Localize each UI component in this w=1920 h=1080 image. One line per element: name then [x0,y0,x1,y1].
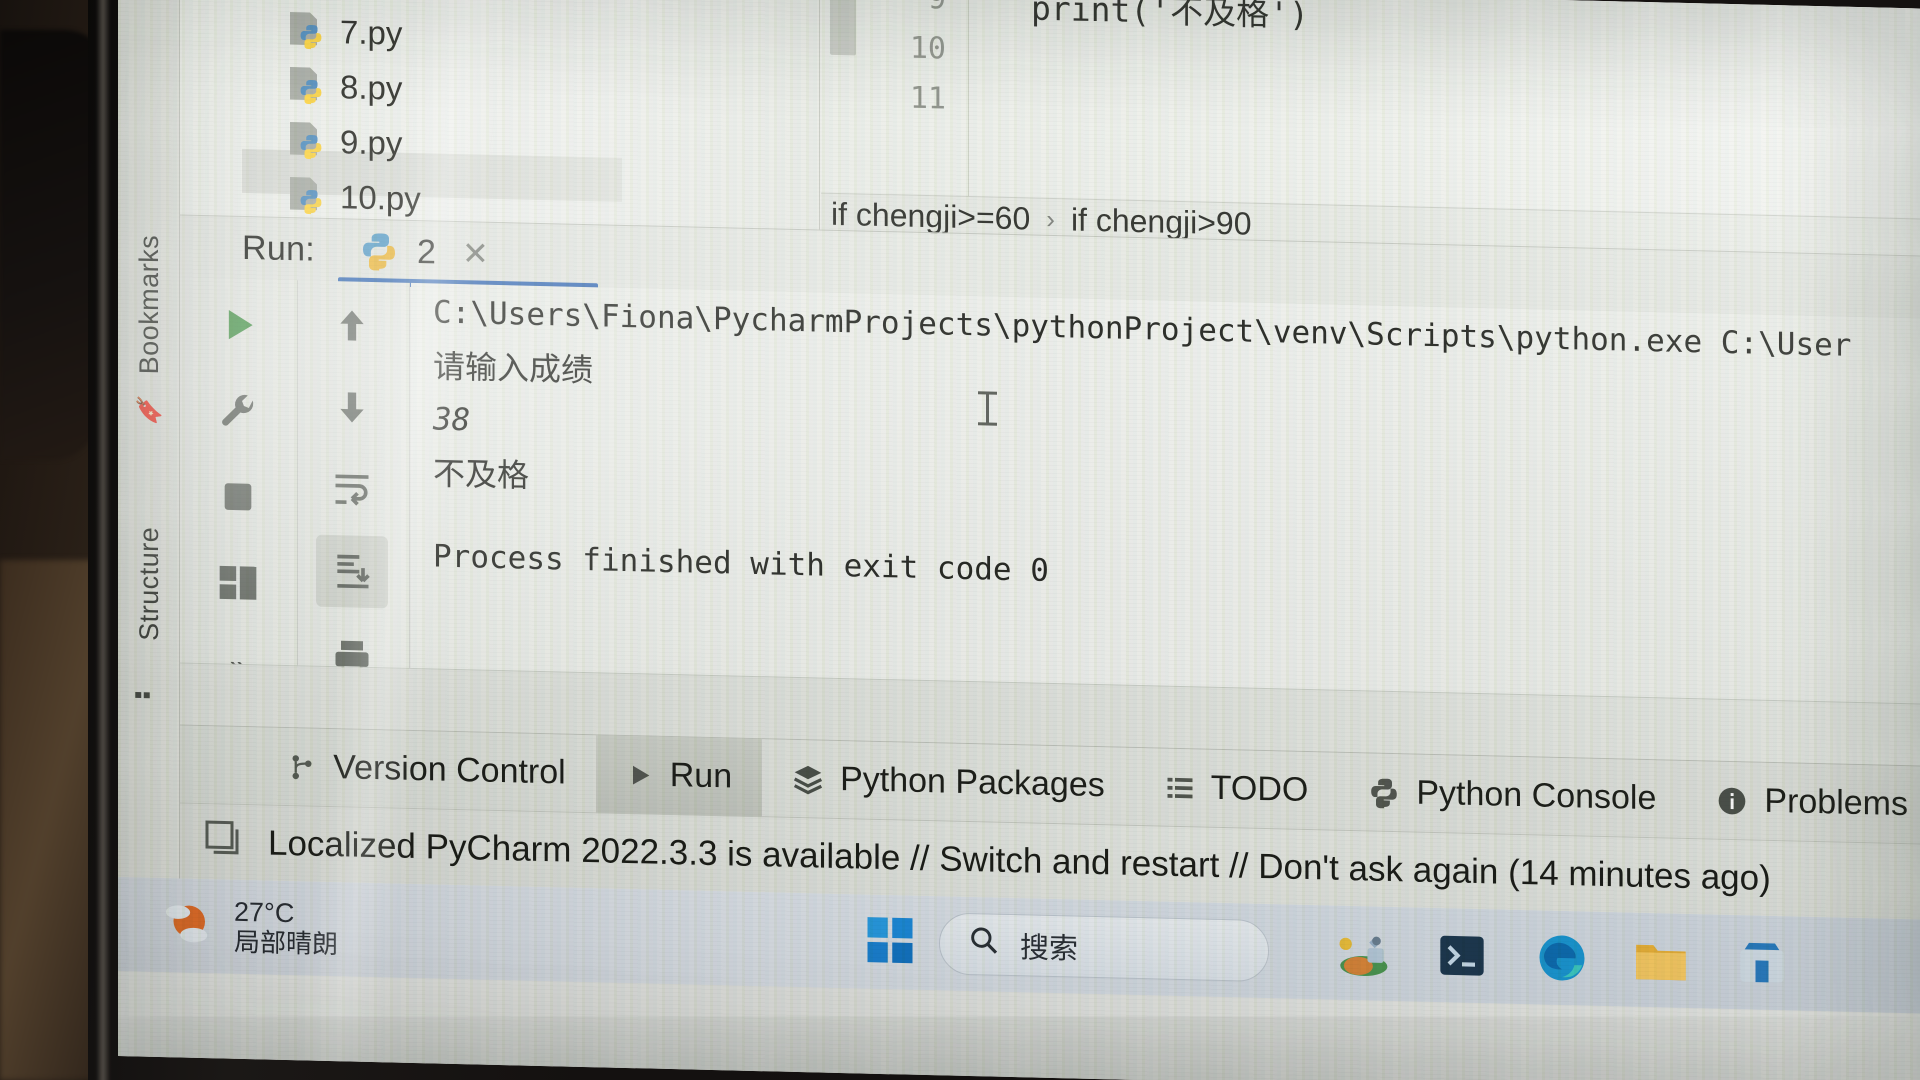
tab-label: Problems [1764,781,1908,824]
line-number: 10 [909,30,946,67]
stop-square-icon [224,483,252,511]
search-placeholder: 搜索 [1020,932,1079,966]
photo-of-monitor: Bookmarks 🔖 Structure ▪▪ 7.py 8.py 9.py … [0,0,1920,1080]
edit-configurations-button[interactable] [202,373,274,447]
tab-label: Version Control [333,748,566,792]
soft-wrap-icon [335,474,369,506]
project-tree: 6.py 7.py [180,0,820,230]
tab-label: TODO [1210,768,1309,810]
tab-label: Run [669,756,733,796]
play-icon [626,759,654,790]
windows-start-icon[interactable] [863,912,917,972]
edge-browser-icon[interactable] [1533,928,1591,987]
search-input[interactable]: 搜索 [939,912,1269,983]
scroll-to-end-button[interactable] [316,534,388,609]
close-icon[interactable]: ✕ [462,235,489,272]
bookmark-icon: 🔖 [134,397,164,426]
widgets-icon[interactable] [1333,924,1391,983]
branch-icon [287,749,317,784]
partly-sunny-icon [158,895,216,955]
list-item-label: 9.py [340,122,403,162]
line-number: 9 [928,0,946,17]
file-explorer-icon[interactable] [1633,931,1691,990]
soft-wrap-button[interactable] [316,453,388,527]
list-item-label: 7.py [340,12,403,52]
python-file-icon [290,177,324,216]
list-item[interactable]: 9.py [290,113,402,171]
list-item[interactable]: 7.py [290,3,402,61]
scrollbar-thumb[interactable] [830,0,856,56]
weather-temperature: 27°C [234,896,295,928]
list-icon [1165,772,1195,803]
python-icon [1368,776,1400,809]
python-icon [363,233,396,271]
code-editor[interactable]: 9 10 11 print('不及格') [821,0,1920,219]
run-window-title: Run: [242,228,316,269]
sidebar-item-bookmarks[interactable]: Bookmarks [134,234,165,374]
text-cursor-icon [986,391,989,426]
layout-button[interactable] [202,546,274,620]
run-play-icon [228,309,253,340]
tab-label: Python Packages [840,760,1105,805]
editor-gutter: 9 10 11 [821,0,969,197]
bezel-highlight [96,0,110,1080]
layout-grid-icon [219,565,257,600]
tab-version-control[interactable]: Version Control [257,727,595,813]
arrow-down-icon [340,392,364,423]
microsoft-store-icon[interactable] [1733,933,1791,992]
terminal-icon[interactable] [1433,926,1491,985]
python-file-icon [290,67,324,106]
info-circle-icon [1716,784,1748,817]
run-toolbar-secondary: » [298,280,410,732]
list-item-label: 10.py [340,177,421,217]
list-item[interactable]: 8.py [290,58,402,116]
line-number: 11 [909,80,946,117]
run-tab-label: 2 [417,232,436,271]
scroll-to-end-icon [337,554,370,589]
tab-python-console[interactable]: Python Console [1338,752,1686,838]
run-toolbar-primary: » [180,277,298,729]
previous-occurrence-button[interactable] [316,289,388,363]
pycharm-window: Bookmarks 🔖 Structure ▪▪ 7.py 8.py 9.py … [118,0,1920,1014]
run-configuration-tab[interactable]: 2 ✕ [359,220,489,285]
tab-run[interactable]: Run [595,734,763,817]
search-icon [968,924,1000,965]
layers-icon [792,762,824,795]
tab-label: Python Console [1416,773,1657,818]
sidebar-item-structure[interactable]: Structure [134,526,165,641]
tab-problems[interactable]: Problems [1686,760,1920,844]
ide-window-icon [202,817,242,867]
tab-python-packages[interactable]: Python Packages [762,739,1135,826]
stop-button[interactable] [202,460,274,534]
tab-todo[interactable]: TODO [1135,747,1339,830]
code-line: print('不及格') [1031,0,1309,35]
weather-widget[interactable]: 27°C 局部晴朗 [158,894,338,959]
arrow-up-icon [340,310,364,341]
weather-description: 局部晴朗 [234,926,339,959]
list-item-label: 8.py [340,67,403,107]
structure-icon: ▪▪ [134,681,152,709]
python-file-icon [290,122,324,161]
python-file-icon [290,12,324,51]
next-occurrence-button[interactable] [316,371,388,445]
wrench-icon [222,394,254,426]
chevron-right-icon: › [1046,203,1055,235]
rerun-button[interactable] [202,288,274,362]
monitor-screen: Bookmarks 🔖 Structure ▪▪ 7.py 8.py 9.py … [118,0,1920,1080]
